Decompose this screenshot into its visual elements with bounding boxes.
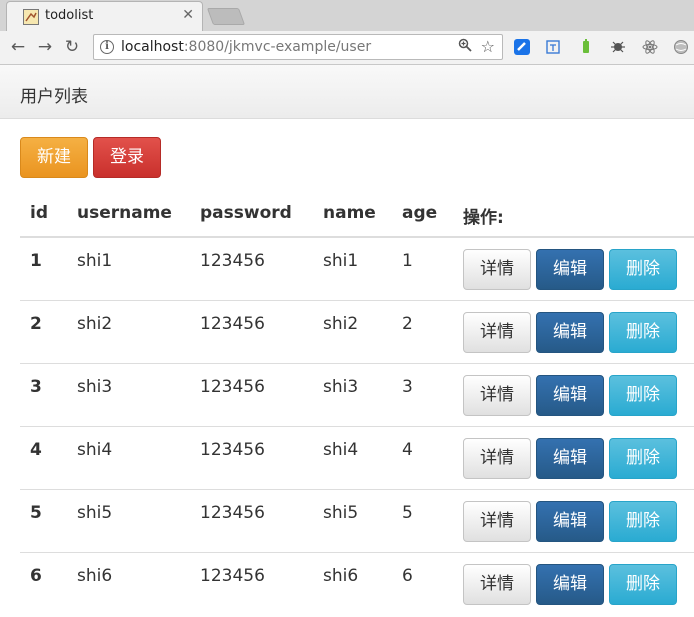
table-row: 2 shi2 123456 shi2 2 详情 编辑 删除 (20, 300, 694, 364)
cell-password: 123456 (200, 440, 265, 460)
cell-id: 4 (30, 440, 42, 460)
delete-button[interactable]: 删除 (609, 249, 677, 290)
column-header-username: username (77, 203, 172, 223)
cell-age: 4 (402, 440, 413, 460)
cell-name: shi2 (323, 314, 359, 334)
new-button[interactable]: 新建 (20, 137, 88, 178)
cell-age: 5 (402, 503, 413, 523)
cell-name: shi6 (323, 566, 359, 586)
zoom-icon[interactable] (458, 38, 472, 56)
cell-id: 1 (30, 251, 42, 271)
battery-extension-icon[interactable] (578, 39, 594, 55)
delete-button[interactable]: 删除 (609, 312, 677, 353)
cell-id: 6 (30, 566, 42, 586)
globe-extension-icon[interactable] (673, 39, 689, 55)
cell-name: shi4 (323, 440, 359, 460)
forward-arrow-icon[interactable]: → (35, 37, 55, 57)
browser-tab[interactable]: todolist ✕ (6, 1, 203, 31)
edit-button[interactable]: 编辑 (536, 564, 604, 605)
detail-button[interactable]: 详情 (463, 249, 531, 290)
cell-username: shi1 (77, 251, 113, 271)
table-row: 3 shi3 123456 shi3 3 详情 编辑 删除 (20, 363, 694, 427)
cell-password: 123456 (200, 314, 265, 334)
cell-username: shi6 (77, 566, 113, 586)
cell-id: 2 (30, 314, 42, 334)
detail-button[interactable]: 详情 (463, 375, 531, 416)
cell-age: 3 (402, 377, 413, 397)
cell-password: 123456 (200, 377, 265, 397)
bug-extension-icon[interactable] (610, 39, 626, 55)
cell-username: shi2 (77, 314, 113, 334)
cell-password: 123456 (200, 566, 265, 586)
tab-title: todolist (45, 8, 94, 23)
url-text: localhost:8080/jkmvc-example/user (121, 39, 372, 55)
cell-id: 3 (30, 377, 42, 397)
table-row: 4 shi4 123456 shi4 4 详情 编辑 删除 (20, 426, 694, 490)
delete-button[interactable]: 删除 (609, 501, 677, 542)
table-row: 5 shi5 123456 shi5 5 详情 编辑 删除 (20, 489, 694, 553)
back-arrow-icon[interactable]: ← (8, 37, 28, 57)
edit-button[interactable]: 编辑 (536, 312, 604, 353)
cell-password: 123456 (200, 251, 265, 271)
cell-age: 2 (402, 314, 413, 334)
extension-icon[interactable] (514, 39, 530, 55)
cell-username: shi4 (77, 440, 113, 460)
tab-close-icon[interactable]: ✕ (182, 7, 194, 23)
column-header-actions: 操作: (463, 208, 504, 228)
edit-button[interactable]: 编辑 (536, 501, 604, 542)
browser-toolbar: ← → ↻ i localhost:8080/jkmvc-example/use… (0, 31, 694, 65)
cell-username: shi5 (77, 503, 113, 523)
delete-button[interactable]: 删除 (609, 438, 677, 479)
column-header-id: id (30, 203, 48, 223)
edit-button[interactable]: 编辑 (536, 249, 604, 290)
detail-button[interactable]: 详情 (463, 501, 531, 542)
address-bar[interactable]: i localhost:8080/jkmvc-example/user ☆ (93, 34, 503, 60)
detail-button[interactable]: 详情 (463, 438, 531, 479)
favicon-icon (23, 9, 39, 25)
column-header-age: age (402, 203, 438, 223)
table-row: 6 shi6 123456 shi6 6 详情 编辑 删除 (20, 552, 694, 616)
table-row: 1 shi1 123456 shi1 1 详情 编辑 删除 (20, 236, 694, 301)
cell-age: 1 (402, 251, 413, 271)
column-header-name: name (323, 203, 376, 223)
cell-name: shi5 (323, 503, 359, 523)
cell-name: shi1 (323, 251, 359, 271)
edit-button[interactable]: 编辑 (536, 375, 604, 416)
edit-button[interactable]: 编辑 (536, 438, 604, 479)
react-extension-icon[interactable] (642, 39, 658, 55)
cell-password: 123456 (200, 503, 265, 523)
bookmark-star-icon[interactable]: ☆ (481, 37, 495, 56)
delete-button[interactable]: 删除 (609, 375, 677, 416)
translate-extension-icon[interactable] (546, 39, 562, 55)
page-title: 用户列表 (20, 87, 88, 107)
cell-username: shi3 (77, 377, 113, 397)
column-header-password: password (200, 203, 292, 223)
new-tab-button[interactable] (206, 8, 246, 25)
delete-button[interactable]: 删除 (609, 564, 677, 605)
page-info-icon[interactable]: i (100, 40, 114, 54)
browser-tabstrip: todolist ✕ (0, 0, 694, 31)
detail-button[interactable]: 详情 (463, 312, 531, 353)
login-button[interactable]: 登录 (93, 137, 161, 178)
detail-button[interactable]: 详情 (463, 564, 531, 605)
cell-age: 6 (402, 566, 413, 586)
page-header: 用户列表 (0, 65, 694, 119)
cell-name: shi3 (323, 377, 359, 397)
reload-icon[interactable]: ↻ (62, 37, 82, 57)
cell-id: 5 (30, 503, 42, 523)
